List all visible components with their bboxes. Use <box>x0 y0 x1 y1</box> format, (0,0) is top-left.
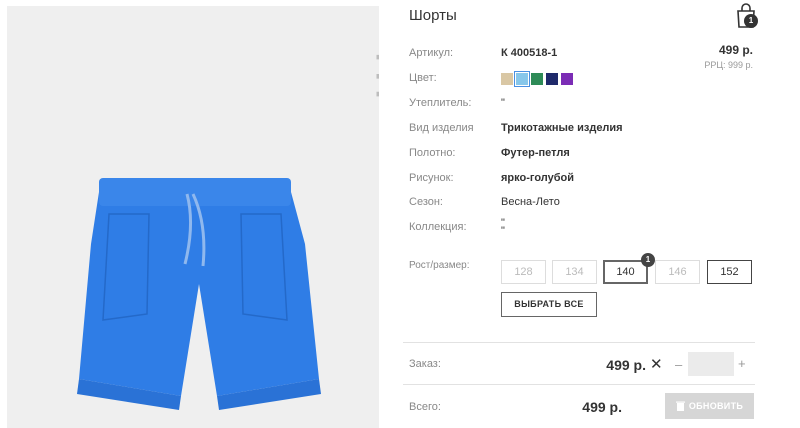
order-price: 499 р. <box>606 357 646 373</box>
update-button[interactable]: ОБНОВИТЬ <box>665 393 754 419</box>
color-swatch-green[interactable] <box>531 73 543 85</box>
spec-value-fabric: Футер-петля <box>501 147 570 159</box>
brand-logo: crockid <box>337 22 379 162</box>
divider <box>403 384 755 385</box>
product-price: 499 р. <box>718 43 753 57</box>
recommended-retail-price: РРЦ: 999 р. <box>704 60 753 70</box>
spec-value-insulation: " <box>501 97 505 109</box>
spec-label-product-type: Вид изделия <box>409 122 474 134</box>
product-photo: crockid <box>7 6 379 428</box>
spec-label-season: Сезон: <box>409 196 443 208</box>
total-label: Всего: <box>409 401 441 413</box>
spec-value-product-type: Трикотажные изделия <box>501 122 623 134</box>
size-option-134[interactable]: 134 <box>552 260 597 284</box>
spec-value-article: К 400518-1 <box>501 47 558 59</box>
size-option-146[interactable]: 146 <box>655 260 700 284</box>
spec-label-pattern: Рисунок: <box>409 172 454 184</box>
color-swatch-light-blue[interactable] <box>514 71 530 87</box>
color-swatch-beige[interactable] <box>501 73 513 85</box>
select-all-button[interactable]: ВЫБРАТЬ ВСЕ <box>501 292 597 317</box>
trash-icon <box>675 401 685 411</box>
spec-value-collection: " " <box>501 217 505 237</box>
color-swatch-navy[interactable] <box>546 73 558 85</box>
spec-label-collection: Коллекция: <box>409 221 467 233</box>
spec-value-season: Весна-Лето <box>501 196 560 208</box>
order-label: Заказ: <box>409 358 441 370</box>
increase-quantity-button[interactable]: + <box>738 356 746 371</box>
cart-count-badge: 1 <box>744 14 758 28</box>
quantity-input[interactable] <box>688 352 734 376</box>
decrease-quantity-button[interactable]: – <box>675 357 682 372</box>
brand-logo-text: crockid <box>373 52 379 162</box>
color-swatch-purple[interactable] <box>561 73 573 85</box>
product-title: Шорты <box>409 7 457 24</box>
size-selected-count-badge: 1 <box>641 253 655 267</box>
spec-label-article: Артикул: <box>409 47 454 59</box>
spec-value-pattern: ярко-голубой <box>501 172 574 184</box>
total-price: 499 р. <box>582 399 622 415</box>
spec-label-fabric: Полотно: <box>409 147 456 159</box>
spec-label-color: Цвет: <box>409 72 437 84</box>
size-option-152[interactable]: 152 <box>707 260 752 284</box>
update-button-label: ОБНОВИТЬ <box>688 401 744 411</box>
remove-icon[interactable]: ✕ <box>650 355 663 373</box>
size-label: Рост/размер: <box>409 260 470 271</box>
shorts-image <box>77 178 321 410</box>
divider <box>403 342 755 343</box>
spec-label-insulation: Утеплитель: <box>409 97 472 109</box>
size-option-128[interactable]: 128 <box>501 260 546 284</box>
